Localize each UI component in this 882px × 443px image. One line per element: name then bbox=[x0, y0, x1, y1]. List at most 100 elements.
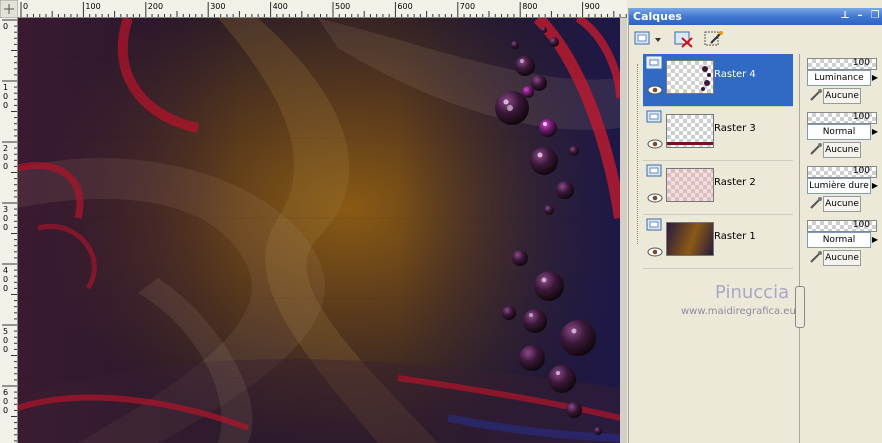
ruler-label: 0 bbox=[23, 2, 28, 11]
layer-thumbnail bbox=[666, 222, 714, 256]
new-layer-button[interactable] bbox=[633, 29, 663, 49]
ruler-label: 100 bbox=[85, 2, 100, 11]
opacity-slider[interactable]: 100 bbox=[807, 220, 877, 232]
layer-row[interactable]: Raster 3 bbox=[643, 108, 793, 161]
eye-icon[interactable] bbox=[647, 139, 663, 149]
ruler-label: 0 bbox=[3, 275, 8, 284]
layer-name[interactable]: Raster 1 bbox=[714, 231, 756, 242]
palette-splitter-handle[interactable] bbox=[795, 286, 805, 328]
ruler-label: 0 bbox=[3, 101, 8, 110]
ruler-label: 200 bbox=[148, 2, 163, 11]
ruler-label: 1 bbox=[3, 83, 8, 92]
ruler-label: 0 bbox=[3, 153, 8, 162]
layer-row[interactable]: Raster 2 bbox=[643, 162, 793, 215]
watermark-title: Pinuccia bbox=[715, 282, 790, 303]
image-canvas[interactable] bbox=[18, 18, 620, 443]
mask-brush-icon bbox=[810, 89, 822, 101]
minimize-icon[interactable]: – bbox=[854, 10, 866, 22]
ruler-label: 600 bbox=[397, 2, 412, 11]
ruler-label: 0 bbox=[3, 345, 8, 354]
pin-icon[interactable]: ⊥ bbox=[839, 10, 851, 22]
opacity-value: 100 bbox=[852, 166, 870, 176]
ruler-label: 900 bbox=[585, 2, 600, 11]
palette-title: Calques bbox=[633, 10, 682, 23]
opacity-value: 100 bbox=[852, 58, 870, 68]
layer-type-icon bbox=[646, 218, 662, 231]
layer-props: 100 Normal ▶ Aucune bbox=[807, 220, 879, 272]
layers-list: Raster 4 Raster 3 Raster 2 Raster 1 bbox=[643, 54, 795, 282]
ruler-label: 700 bbox=[460, 2, 475, 11]
chevron-right-icon[interactable]: ▶ bbox=[871, 232, 879, 248]
ruler-label: 0 bbox=[3, 406, 8, 415]
blend-mode-select[interactable]: Normal bbox=[807, 124, 871, 140]
opacity-slider[interactable]: 100 bbox=[807, 166, 877, 178]
ruler-label: 500 bbox=[335, 2, 350, 11]
ruler-label: 400 bbox=[273, 2, 288, 11]
blend-mode-select[interactable]: Normal bbox=[807, 232, 871, 248]
layer-name[interactable]: Raster 4 bbox=[714, 69, 756, 80]
ruler-label: 0 bbox=[3, 92, 8, 101]
ruler-label: 4 bbox=[3, 266, 8, 275]
ruler-label: 3 bbox=[3, 205, 8, 214]
eye-icon[interactable] bbox=[647, 193, 663, 203]
ruler-left[interactable]: 0100200300400500600 bbox=[0, 0, 18, 443]
layer-props: 100 Normal ▶ Aucune bbox=[807, 112, 879, 164]
eye-icon[interactable] bbox=[647, 85, 663, 95]
blend-mode-select[interactable]: Luminance bbox=[807, 70, 871, 86]
ruler-label: 0 bbox=[3, 284, 8, 293]
ruler-label: 300 bbox=[210, 2, 225, 11]
layer-properties: 100 Luminance ▶ Aucune 100 Normal ▶ Aucu… bbox=[805, 54, 882, 282]
eye-icon[interactable] bbox=[647, 247, 663, 257]
layer-type-icon bbox=[646, 110, 662, 123]
mask-value[interactable]: Aucune bbox=[823, 196, 861, 212]
watermark-url: www.maidiregrafica.eu bbox=[681, 306, 796, 317]
layer-name[interactable]: Raster 2 bbox=[714, 177, 756, 188]
mask-brush-icon bbox=[810, 197, 822, 209]
layer-thumbnail bbox=[666, 168, 714, 202]
ruler-label: 0 bbox=[3, 162, 8, 171]
restore-icon[interactable]: ❐ bbox=[869, 10, 881, 22]
mask-brush-icon bbox=[810, 251, 822, 263]
layer-thumbnail bbox=[666, 60, 714, 94]
layer-row[interactable]: Raster 4 bbox=[643, 54, 793, 107]
opacity-value: 100 bbox=[852, 112, 870, 122]
layers-palette: Calques ⊥ – ❐ Raster 4 Raster 3 Raster 2… bbox=[628, 8, 882, 443]
chevron-right-icon[interactable]: ▶ bbox=[871, 124, 879, 140]
opacity-slider[interactable]: 100 bbox=[807, 112, 877, 124]
canvas-area: 0 100 200 300 400 500 600 700 800 900 01002003004… bbox=[0, 0, 627, 443]
ruler-label: 2 bbox=[3, 144, 8, 153]
layer-row[interactable]: Raster 1 bbox=[643, 216, 793, 269]
palette-toolbar bbox=[629, 26, 882, 52]
ruler-label: 0 bbox=[3, 223, 8, 232]
opacity-value: 100 bbox=[852, 220, 870, 230]
ruler-label: 0 bbox=[3, 397, 8, 406]
ruler-label: 0 bbox=[3, 22, 8, 31]
ruler-label: 0 bbox=[3, 336, 8, 345]
opacity-slider[interactable]: 100 bbox=[807, 58, 877, 70]
layer-name[interactable]: Raster 3 bbox=[714, 123, 756, 134]
mask-value[interactable]: Aucune bbox=[823, 250, 861, 266]
layer-tree-line bbox=[637, 64, 639, 244]
chevron-right-icon[interactable]: ▶ bbox=[871, 70, 879, 86]
layer-type-icon bbox=[646, 56, 662, 69]
mask-value[interactable]: Aucune bbox=[823, 142, 861, 158]
mask-value[interactable]: Aucune bbox=[823, 88, 861, 104]
ruler-label: 0 bbox=[3, 214, 8, 223]
ruler-top[interactable]: 0 100 200 300 400 500 600 700 800 900 bbox=[0, 0, 627, 18]
layer-thumbnail bbox=[666, 114, 714, 148]
layer-props: 100 Lumière dure ▶ Aucune bbox=[807, 166, 879, 218]
palette-titlebar[interactable]: Calques ⊥ – ❐ bbox=[629, 8, 882, 25]
artwork-image bbox=[18, 18, 620, 443]
edit-wand-icon[interactable] bbox=[703, 29, 725, 49]
blend-mode-select[interactable]: Lumière dure bbox=[807, 178, 871, 194]
ruler-corner bbox=[0, 0, 18, 18]
chevron-right-icon[interactable]: ▶ bbox=[871, 178, 879, 194]
canvas-scrollbar[interactable] bbox=[620, 18, 627, 443]
layer-type-icon bbox=[646, 164, 662, 177]
ruler-label: 6 bbox=[3, 388, 8, 397]
ruler-label: 5 bbox=[3, 327, 8, 336]
layer-props: 100 Luminance ▶ Aucune bbox=[807, 58, 879, 110]
ruler-label: 800 bbox=[522, 2, 537, 11]
mask-brush-icon bbox=[810, 143, 822, 155]
delete-layer-button[interactable] bbox=[673, 29, 695, 49]
